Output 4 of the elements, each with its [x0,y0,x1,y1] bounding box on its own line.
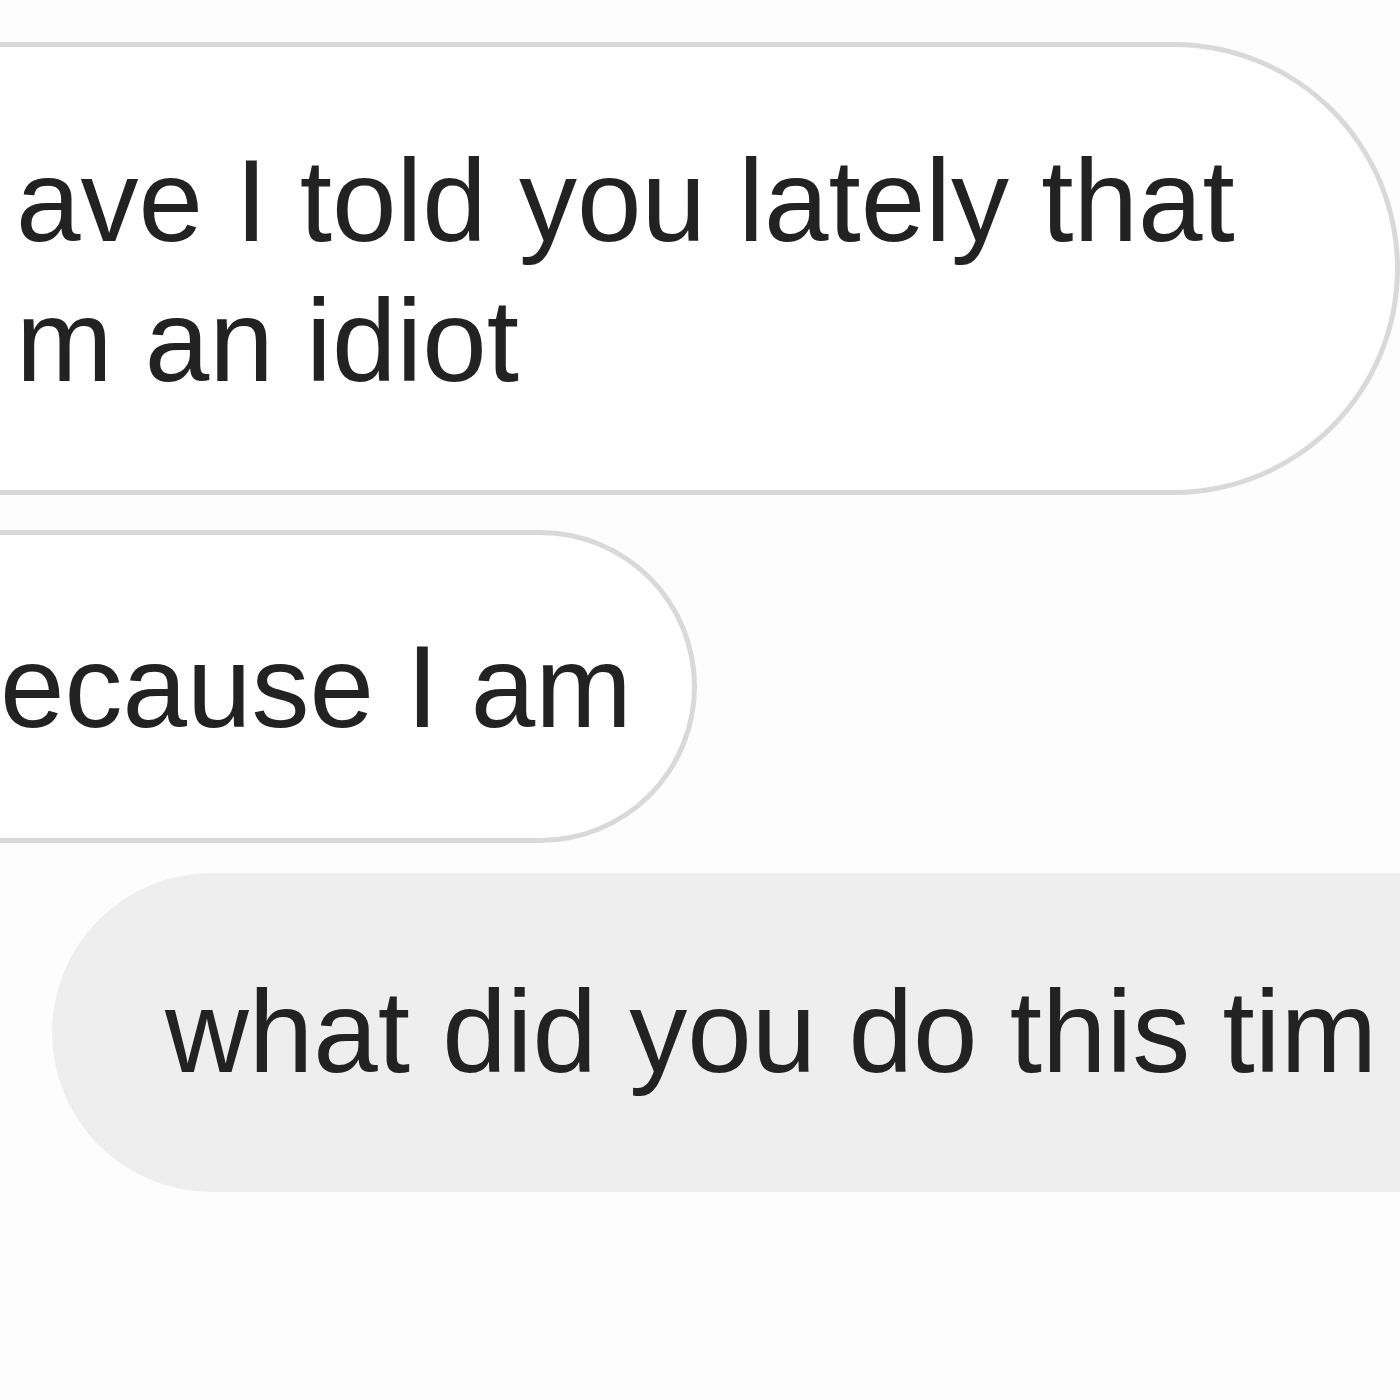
message-text: ave I told you lately that [16,135,1235,268]
message-text: what did you do this tim [165,966,1378,1099]
message-text: ecause I am [0,621,632,754]
message-text: m an idiot [16,275,519,408]
